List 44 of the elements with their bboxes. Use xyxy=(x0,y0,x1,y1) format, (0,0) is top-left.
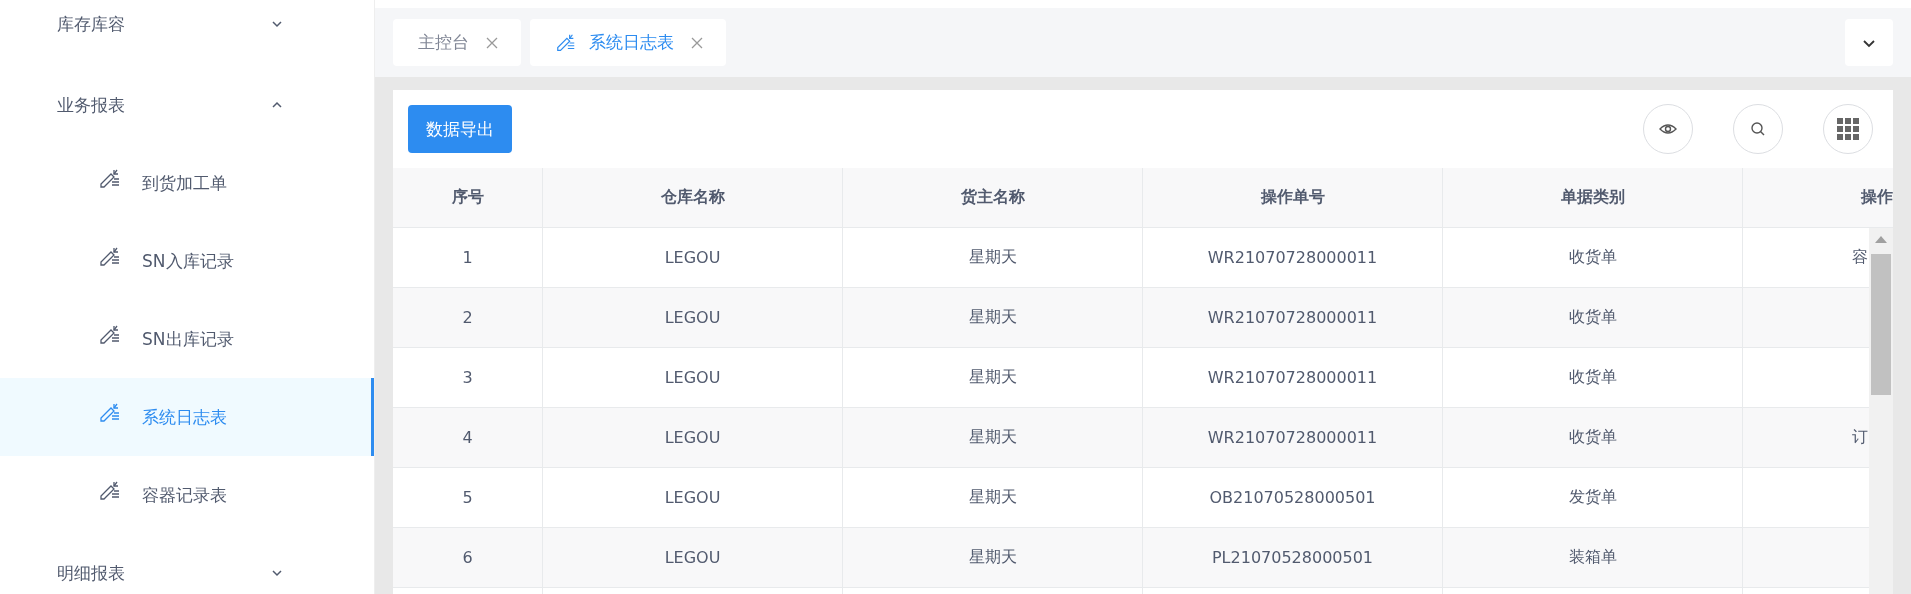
table-cell: 装箱单 xyxy=(1443,528,1743,588)
table-cell: LEGOU xyxy=(543,288,843,348)
table-cell: 星期天 xyxy=(843,528,1143,588)
table-cell: LEGOU xyxy=(543,528,843,588)
close-icon[interactable] xyxy=(485,35,499,50)
table-cell: LEGOU xyxy=(543,408,843,468)
menu-item[interactable]: 容器记录表 xyxy=(0,456,374,534)
table-cell: 收货单 xyxy=(1443,288,1743,348)
search-icon xyxy=(1750,121,1766,137)
close-icon[interactable] xyxy=(690,35,704,50)
table-cell: WR21070728000011 xyxy=(1143,288,1443,348)
table-cell: 4 xyxy=(393,408,543,468)
menu-group[interactable]: 业务报表 xyxy=(57,93,125,117)
column-header: 货主名称 xyxy=(843,168,1143,228)
pencil-icon xyxy=(98,479,122,503)
pencil-icon xyxy=(98,167,122,191)
grid-icon xyxy=(1837,118,1859,140)
arrow-up-icon[interactable] xyxy=(1875,235,1887,243)
menu-group[interactable]: 明细报表 xyxy=(57,561,125,585)
column-header: 仓库名称 xyxy=(543,168,843,228)
eye-button[interactable] xyxy=(1643,104,1693,154)
column-header: 操作单号 xyxy=(1143,168,1443,228)
pencil-icon xyxy=(98,245,122,269)
column-header: 单据类别 xyxy=(1443,168,1743,228)
menu-item[interactable]: 到货加工单 xyxy=(0,144,374,222)
table-cell: WR21070728000011 xyxy=(1143,408,1443,468)
table-cell: 收货单 xyxy=(1443,408,1743,468)
menu-item[interactable]: SN出库记录 xyxy=(0,300,374,378)
tab[interactable]: 主控台 xyxy=(393,19,521,66)
grid-button[interactable] xyxy=(1823,104,1873,154)
menu-group[interactable]: 库存库容 xyxy=(57,12,125,36)
column-header: 操作 xyxy=(1743,168,1893,228)
table-cell: 6 xyxy=(393,528,543,588)
table-cell: 星期天 xyxy=(843,408,1143,468)
pencil-icon xyxy=(98,401,122,425)
column-header: 序号 xyxy=(393,168,543,228)
table-cell: 星期天 xyxy=(843,288,1143,348)
tab[interactable]: 系统日志表 xyxy=(530,19,726,66)
pencil-icon xyxy=(98,323,122,347)
table-cell: PL21070528000501 xyxy=(1143,528,1443,588)
scrollbar[interactable] xyxy=(1869,228,1893,594)
menu-item[interactable]: SN入库记录 xyxy=(0,222,374,300)
table-cell: 2 xyxy=(393,288,543,348)
search-button[interactable] xyxy=(1733,104,1783,154)
